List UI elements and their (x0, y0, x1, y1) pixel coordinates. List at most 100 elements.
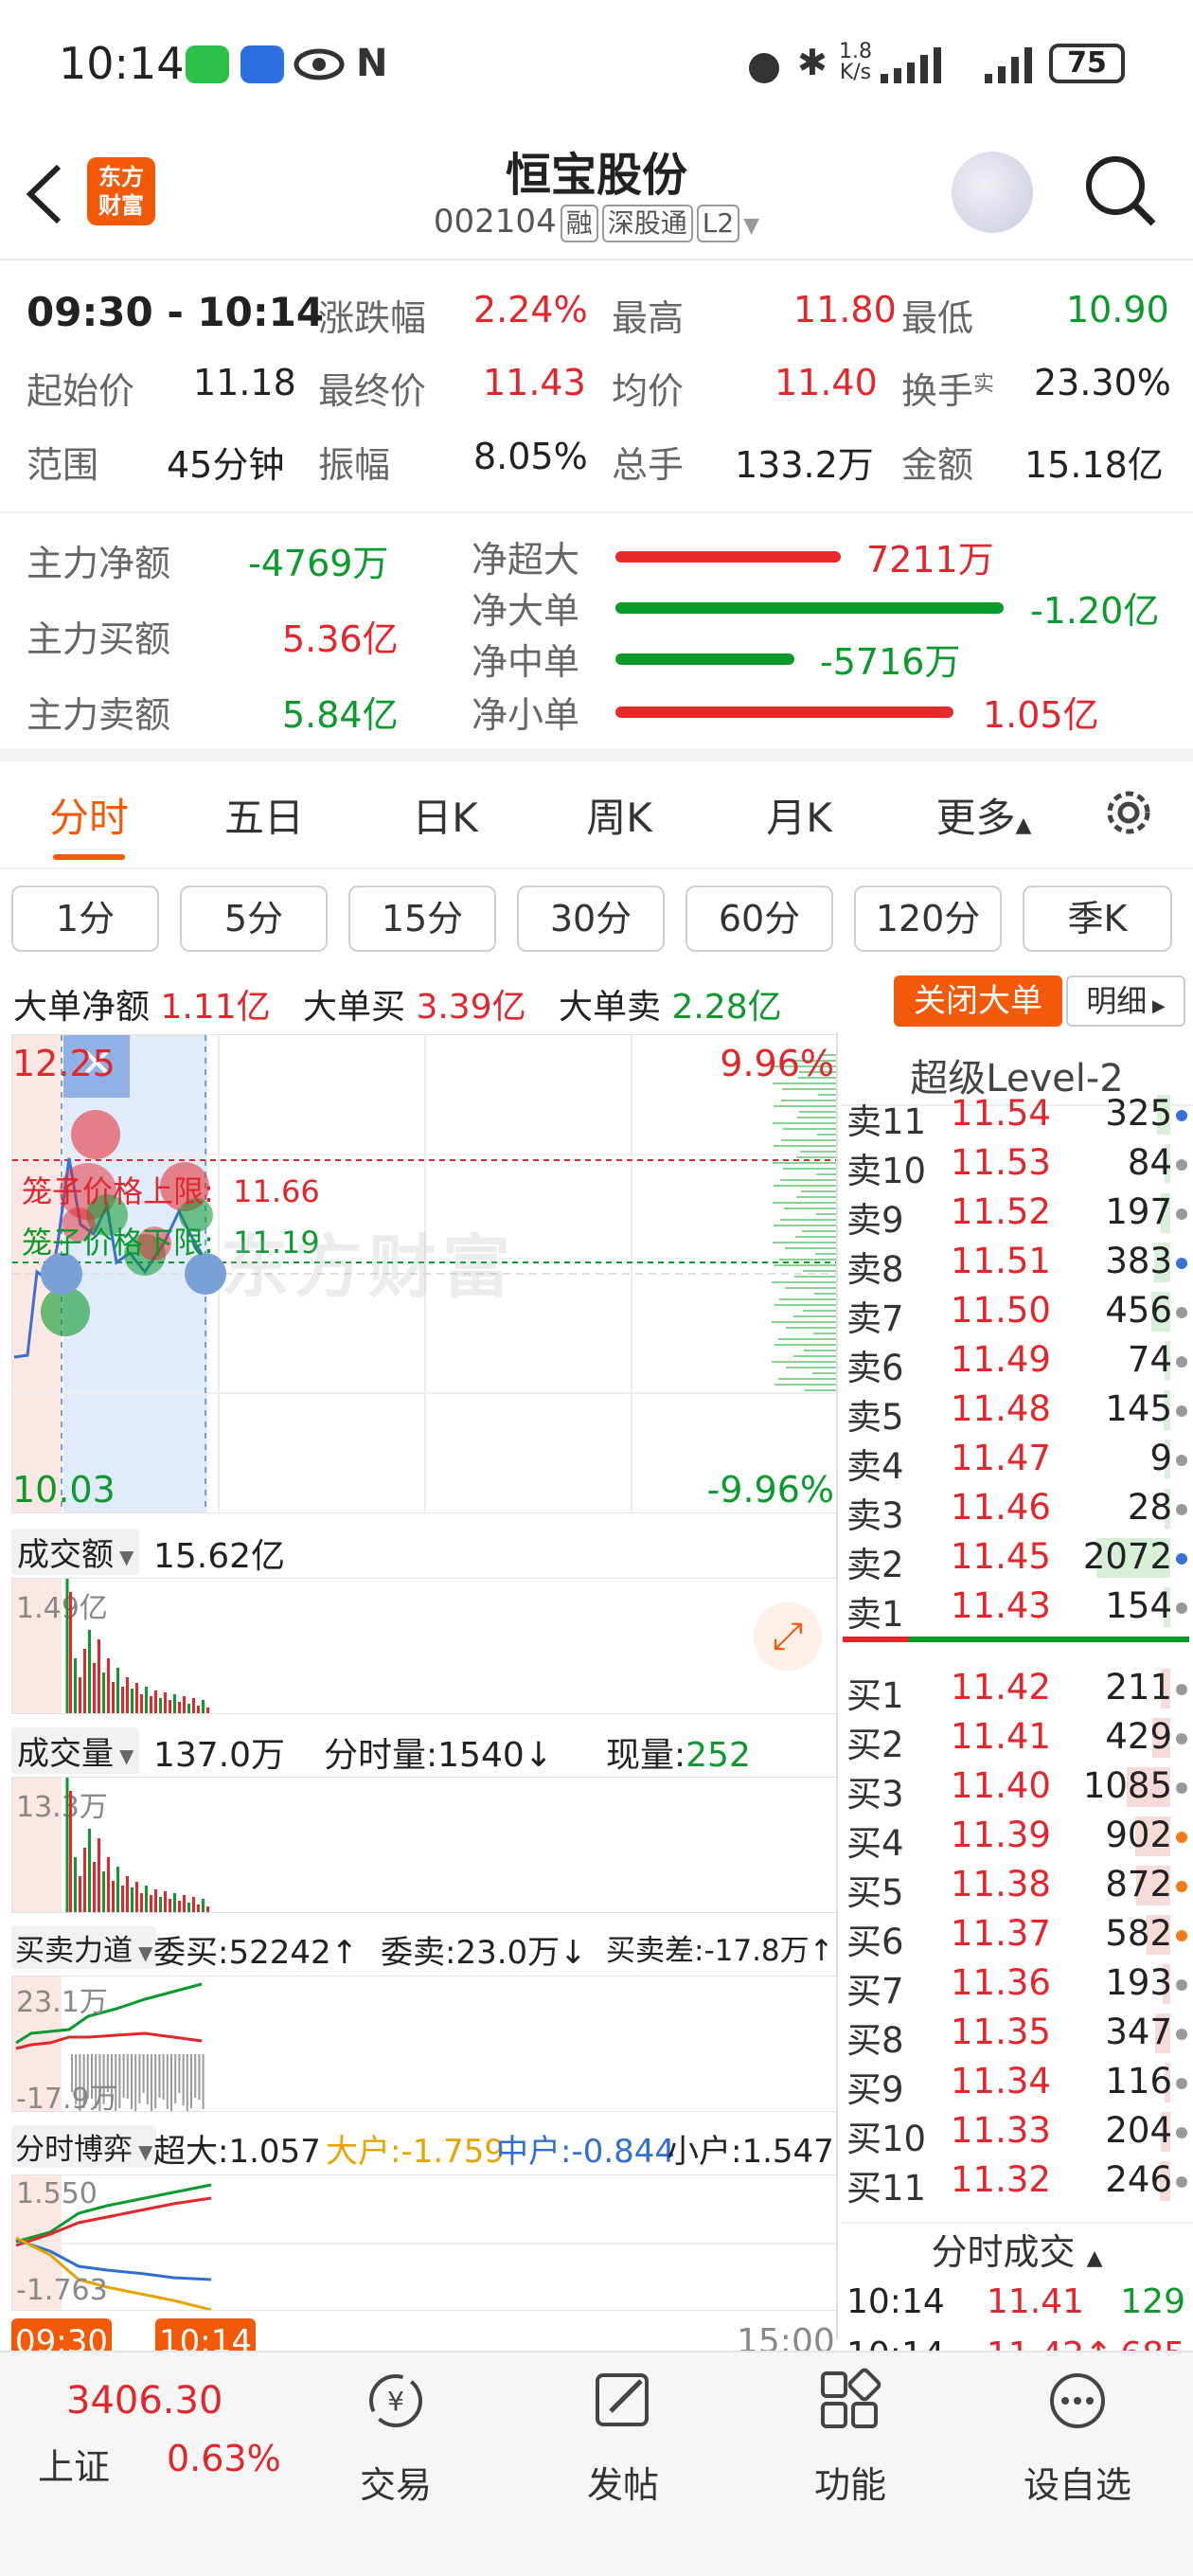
detail-button[interactable]: 明细 ▶ (1066, 975, 1185, 1027)
orderbook-row[interactable]: 买11 11.32 246 (843, 2156, 1193, 2209)
ticks-header[interactable]: 分时成交 ▲ (841, 2222, 1193, 2279)
period-120min[interactable]: 120分 (854, 886, 1002, 952)
active-tab-indicator (53, 854, 125, 860)
level-label: 买6 (846, 1922, 904, 1962)
gear-icon[interactable] (1100, 784, 1157, 841)
depth-bar (803, 1310, 836, 1312)
orderbook-row[interactable]: 卖7 11.50 456 (843, 1286, 1193, 1339)
level-volume: 582 (1105, 1913, 1172, 1954)
orderbook-row[interactable]: 卖1 11.43 154 (843, 1582, 1193, 1635)
volume-bar (197, 1905, 200, 1912)
orderbook-row[interactable]: 卖3 11.46 28 (843, 1483, 1193, 1536)
orderbook-row[interactable]: 卖5 11.48 145 (843, 1385, 1193, 1438)
level-volume: 74 (1127, 1339, 1172, 1380)
level-label: 买7 (846, 1971, 904, 2012)
tab-intraday[interactable]: 分时 (38, 786, 140, 844)
period-60min[interactable]: 60分 (686, 886, 833, 952)
depth-bar (779, 1298, 836, 1300)
orderbook-row[interactable]: 买6 11.37 582 (843, 1909, 1193, 1962)
orderbook-row[interactable]: 买2 11.41 429 (843, 1712, 1193, 1765)
level-dot-icon (1176, 1455, 1187, 1466)
force-diff: 买卖差:-17.8万↑ (606, 1934, 834, 1968)
orderbook-row[interactable]: 买3 11.40 1085 (843, 1762, 1193, 1815)
robot-assistant-icon[interactable] (952, 152, 1033, 233)
force-bar (174, 2054, 177, 2103)
price-chart[interactable]: ✕ 12.25 10.03 9.96% -9.96% 笼子价格上限: 11.66… (11, 1034, 837, 1513)
net-superlarge-bar (615, 551, 841, 563)
game-axis-bottom: -1.763 (16, 2274, 108, 2307)
nav-add-watchlist[interactable]: 设自选 (1011, 2368, 1144, 2508)
nav-trade[interactable]: ¥ 交易 (329, 2368, 462, 2508)
chevron-down-icon[interactable]: ▼ (743, 214, 759, 238)
tab-monthly-k[interactable]: 月K (748, 786, 850, 844)
orderbook-row[interactable]: 卖11 11.54 325 (843, 1089, 1193, 1142)
force-selector[interactable]: 买卖力道 ▼ (11, 1926, 157, 1969)
tab-weekly-k[interactable]: 周K (568, 786, 670, 844)
volume-bar (154, 1690, 157, 1713)
level-label: 买4 (846, 1823, 904, 1864)
orderbook-row[interactable]: 卖8 11.51 383 (843, 1237, 1193, 1290)
eye-icon (294, 48, 345, 80)
tick-price: 11.41 (987, 2282, 1085, 2321)
orderbook-row[interactable]: 卖2 11.45 2072 (843, 1532, 1193, 1585)
depth-bar (786, 1327, 836, 1329)
force-bar (162, 2054, 165, 2100)
level-price: 11.46 (951, 1487, 1051, 1528)
tab-more[interactable]: 更多▲ (924, 786, 1043, 844)
orderbook-row[interactable]: 卖6 11.49 74 (843, 1335, 1193, 1388)
nav-post[interactable]: 发帖 (557, 2368, 689, 2508)
tab-daily-k[interactable]: 日K (394, 786, 496, 844)
orderbook-row[interactable]: 买9 11.34 116 (843, 2057, 1193, 2110)
force-bar (158, 2054, 161, 2098)
depth-bar (781, 1100, 836, 1101)
depth-bar (797, 1117, 836, 1118)
search-icon[interactable] (1083, 153, 1159, 229)
index-ticker[interactable]: 3406.30 上证 0.63% (0, 2360, 281, 2502)
force-chart: 23.1万 -17.9万 (11, 1976, 837, 2112)
volume-bar (88, 1630, 91, 1713)
period-30min[interactable]: 30分 (517, 886, 665, 952)
orderbook-row[interactable]: 买7 11.36 193 (843, 1959, 1193, 2012)
level-volume: 347 (1105, 2012, 1172, 2052)
level-label: 卖9 (846, 1200, 904, 1241)
level-label: 卖5 (846, 1397, 904, 1438)
volume-bar (164, 1891, 167, 1912)
level-price: 11.53 (951, 1142, 1051, 1183)
period-5min[interactable]: 5分 (180, 886, 328, 952)
open-label: 起始价 (27, 370, 135, 412)
expand-icon[interactable]: ⤢ (754, 1602, 822, 1671)
force-bar (126, 2054, 129, 2099)
period-15min[interactable]: 15分 (348, 886, 496, 952)
game-selector[interactable]: 分时博弈 ▼ (11, 2125, 157, 2168)
depth-bar (781, 1139, 836, 1141)
level-price: 11.48 (951, 1388, 1051, 1429)
depth-bar (774, 1145, 836, 1147)
orderbook-row[interactable]: 卖4 11.47 9 (843, 1434, 1193, 1487)
orderbook-row[interactable]: 买4 11.39 902 (843, 1811, 1193, 1864)
amount-selector[interactable]: 成交额 ▼ (11, 1529, 140, 1575)
nav-functions[interactable]: 功能 (784, 2368, 917, 2508)
level-label: 卖4 (846, 1446, 904, 1487)
depth-bar (774, 1264, 836, 1266)
orderbook-row[interactable]: 卖10 11.53 84 (843, 1138, 1193, 1191)
orderbook-row[interactable]: 卖9 11.52 197 (843, 1188, 1193, 1241)
close-big-order-button[interactable]: 关闭大单 (894, 975, 1062, 1027)
period-1min[interactable]: 1分 (11, 886, 159, 952)
game-large: 大户:-1.759 (326, 2133, 506, 2171)
close-label: 最终价 (318, 370, 427, 412)
low-value: 10.90 (1066, 289, 1169, 331)
level-volume: 197 (1105, 1191, 1172, 1232)
period-quarter-k[interactable]: 季K (1023, 886, 1172, 952)
volume-selector[interactable]: 成交量 ▼ (11, 1727, 140, 1774)
orderbook-row[interactable]: 买5 11.38 872 (843, 1860, 1193, 1913)
orderbook-row[interactable]: 买1 11.42 211 (843, 1663, 1193, 1716)
tab-five-day[interactable]: 五日 (213, 786, 315, 844)
level-volume: 145 (1105, 1388, 1172, 1429)
main-sell-value: 5.84亿 (282, 694, 399, 736)
depth-bar (780, 1219, 836, 1221)
orderbook-row[interactable]: 买10 11.33 204 (843, 2106, 1193, 2159)
depth-bar (800, 1151, 836, 1153)
orderbook-row[interactable]: 买8 11.35 347 (843, 2008, 1193, 2061)
force-bar (118, 2054, 121, 2108)
volume-bar (178, 1702, 181, 1713)
